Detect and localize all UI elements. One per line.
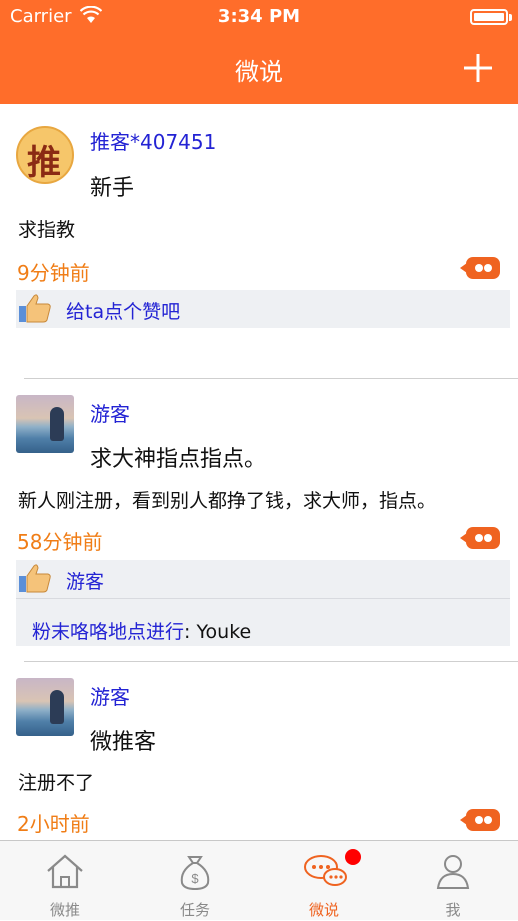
- post-feed[interactable]: 推 推客*407451 新手 求指教 9分钟前 给ta点个赞吧 游客 求大神指点…: [0, 104, 518, 840]
- likes-box: 游客 粉末咯咯地点进行: Youke: [16, 560, 510, 646]
- post-item: 推 推客*407451 新手 求指教 9分钟前 给ta点个赞吧: [0, 104, 518, 378]
- post-title: 求大神指点指点。: [90, 447, 267, 472]
- comment-row[interactable]: 粉末咯咯地点进行: Youke: [16, 598, 510, 646]
- svg-text:$: $: [191, 871, 199, 886]
- post-body: 注册不了: [18, 772, 95, 794]
- tab-bar: 微推 $ 任务 微说 我: [0, 840, 518, 920]
- post-body: 求指教: [18, 219, 76, 241]
- post-title: 微推客: [90, 730, 157, 755]
- plus-icon[interactable]: [462, 48, 494, 88]
- like-row[interactable]: 给ta点个赞吧: [16, 290, 510, 328]
- thumbs-up-icon[interactable]: [18, 562, 52, 594]
- post-time: 2小时前: [17, 812, 90, 836]
- status-bar: Carrier 3:34 PM: [0, 0, 518, 34]
- post-item: 游客 求大神指点指点。 新人刚注册，看到别人都挣了钱，求大师，指点。 58分钟前…: [0, 379, 518, 662]
- page-title: 微说: [235, 58, 283, 86]
- post-username[interactable]: 游客: [90, 681, 130, 710]
- post-username[interactable]: 游客: [90, 398, 130, 427]
- money-bag-icon: $: [174, 851, 216, 891]
- thumbs-up-icon[interactable]: [18, 292, 52, 324]
- avatar[interactable]: [16, 678, 74, 736]
- comment-icon[interactable]: [460, 809, 500, 831]
- post-item: 游客 微推客 注册不了 2小时前: [0, 662, 518, 840]
- user-icon: [432, 851, 474, 891]
- nav-bar: 微说: [0, 34, 518, 104]
- tab-home[interactable]: 微推: [0, 841, 130, 921]
- notification-badge: [345, 849, 361, 865]
- comment-text: Youke: [196, 621, 252, 643]
- post-username[interactable]: 推客*407451: [90, 126, 216, 155]
- comment-separator: :: [184, 621, 197, 643]
- tab-weishuo[interactable]: 微说: [259, 841, 389, 921]
- post-time: 58分钟前: [17, 530, 103, 554]
- tab-label: 微说: [308, 901, 339, 919]
- tab-tasks[interactable]: $ 任务: [130, 841, 260, 921]
- like-prompt[interactable]: 给ta点个赞吧: [66, 297, 180, 324]
- comment-user[interactable]: 粉末咯咯地点进行: [32, 621, 184, 643]
- tab-label: 任务: [179, 901, 210, 919]
- likes-box: 给ta点个赞吧: [16, 290, 510, 328]
- tab-me[interactable]: 我: [388, 841, 518, 921]
- clock: 3:34 PM: [217, 6, 301, 27]
- avatar[interactable]: [16, 395, 74, 453]
- tab-label: 我: [445, 901, 461, 919]
- post-title: 新手: [90, 176, 135, 201]
- post-time: 9分钟前: [17, 261, 90, 285]
- chat-bubbles-icon: [303, 851, 347, 891]
- tab-label: 微推: [49, 901, 80, 919]
- liker-name[interactable]: 游客: [66, 567, 104, 594]
- post-body: 新人刚注册，看到别人都挣了钱，求大师，指点。: [18, 490, 437, 512]
- battery-icon: [470, 9, 508, 25]
- comment-icon[interactable]: [460, 257, 500, 279]
- like-row[interactable]: 游客: [16, 560, 510, 598]
- avatar[interactable]: 推: [16, 126, 74, 184]
- comment-icon[interactable]: [460, 527, 500, 549]
- home-icon: [44, 851, 86, 891]
